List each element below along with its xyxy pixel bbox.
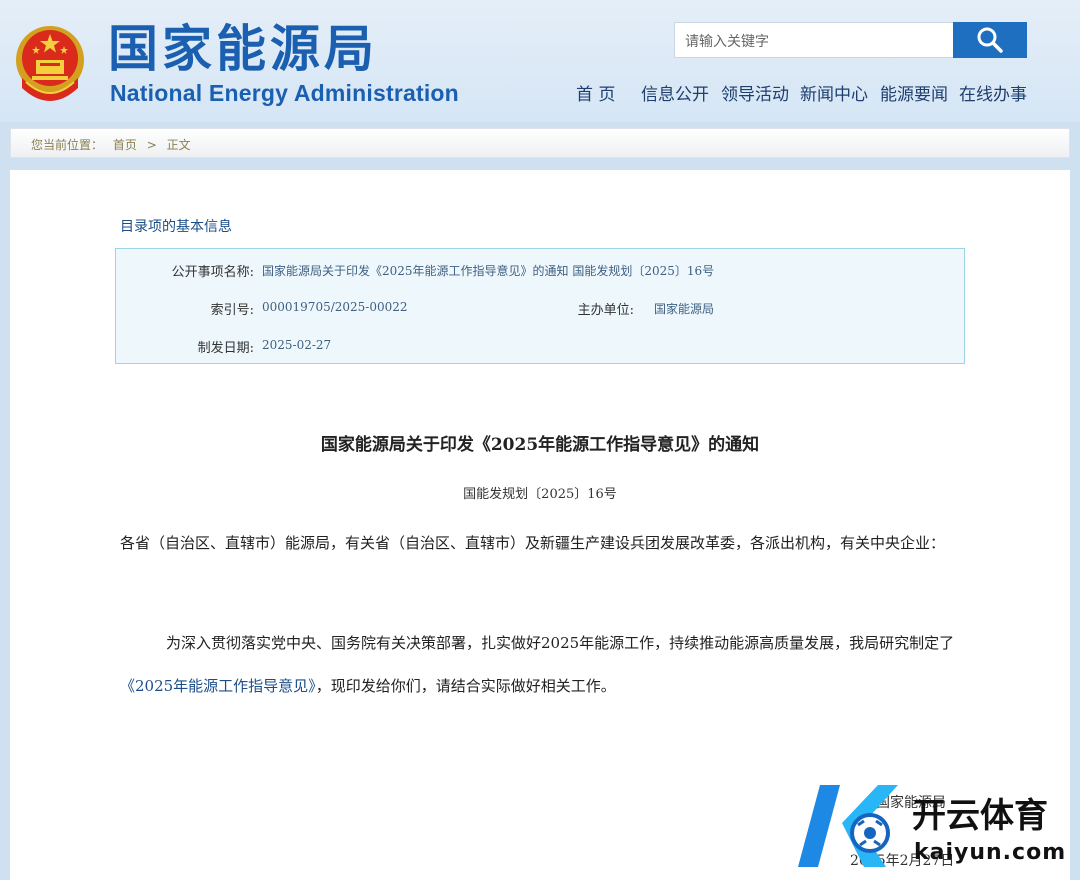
index-number-label: 索引号:: [210, 303, 254, 318]
watermark-english-text: kaiyun.com: [914, 840, 1066, 865]
nav-energy-news[interactable]: 能源要闻: [880, 80, 948, 105]
issue-date-value: 2025-02-27: [262, 338, 332, 352]
body-paragraph: 为深入贯彻落实党中央、国务院有关决策部署，扎实做好2025年能源工作，持续推动能…: [120, 622, 960, 708]
site-logo-english[interactable]: National Energy Administration: [110, 80, 459, 107]
site-logo-chinese[interactable]: 国家能源局: [108, 20, 378, 78]
nav-leadership[interactable]: 领导活动: [721, 80, 789, 105]
site-header: 国家能源局 National Energy Administration 请输入…: [0, 0, 1080, 122]
host-unit-label: 主办单位:: [577, 303, 634, 318]
item-name-value: 国家能源局关于印发《2025年能源工作指导意见》的通知 国能发规划〔2025〕1…: [262, 264, 715, 278]
breadcrumb-home-link[interactable]: 首页: [113, 138, 137, 152]
search-icon: [977, 27, 1003, 53]
breadcrumb-separator: >: [146, 138, 157, 152]
index-number-value: 000019705/2025-00022: [262, 300, 408, 314]
issue-date-label: 制发日期:: [197, 341, 254, 356]
host-unit-value: 国家能源局: [654, 302, 715, 316]
search-input[interactable]: 请输入关键字: [674, 22, 954, 58]
body-text-start: 为深入贯彻落实党中央、国务院有关决策部署，扎实做好2025年能源工作，持续推动能…: [166, 634, 955, 652]
nav-home[interactable]: 首 页: [576, 80, 615, 105]
nav-online-services[interactable]: 在线办事: [959, 80, 1027, 105]
watermark-chinese-text: 开云体育: [912, 796, 1048, 836]
nav-info-disclosure[interactable]: 信息公开: [641, 80, 709, 105]
breadcrumb-prefix: 您当前位置：: [31, 138, 104, 152]
article-panel: 目录项的基本信息 公开事项名称: 国家能源局关于印发《2025年能源工作指导意见…: [10, 170, 1070, 880]
document-number: 国能发规划〔2025〕16号: [463, 487, 617, 502]
catalog-info-box: 公开事项名称: 国家能源局关于印发《2025年能源工作指导意见》的通知 国能发规…: [115, 248, 965, 364]
breadcrumb: 您当前位置： 首页 > 正文: [10, 128, 1070, 158]
salutation-paragraph: 各省（自治区、直辖市）能源局，有关省（自治区、直辖市）及新疆生产建设兵团发展改革…: [120, 534, 946, 552]
breadcrumb-current: 正文: [166, 138, 191, 152]
body-text-end: ，现印发给你们，请结合实际做好相关工作。: [315, 677, 616, 695]
guideline-document-link[interactable]: 《2025年能源工作指导意见》: [120, 677, 316, 695]
section-title: 目录项的基本信息: [120, 219, 232, 235]
search-button[interactable]: [953, 22, 1027, 58]
item-name-label: 公开事项名称:: [171, 265, 254, 280]
national-emblem-icon: [16, 26, 84, 101]
document-title: 国家能源局关于印发《2025年能源工作指导意见》的通知: [320, 435, 760, 455]
kaiyun-watermark-logo: 开云体育 kaiyun.com: [798, 785, 1066, 867]
nav-news-center[interactable]: 新闻中心: [800, 80, 868, 105]
